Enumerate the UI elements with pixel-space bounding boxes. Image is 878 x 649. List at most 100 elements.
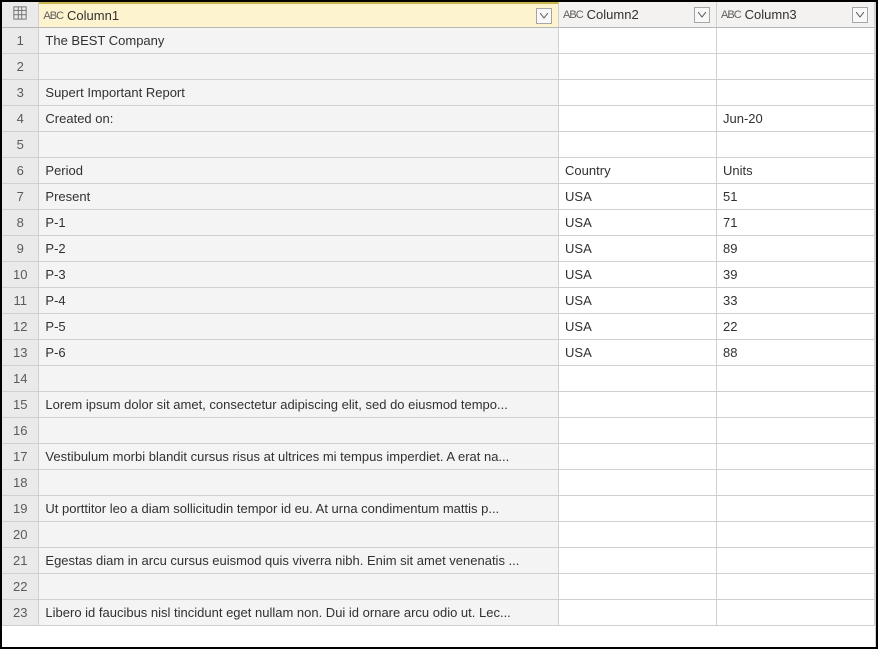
cell-column3[interactable]: [717, 132, 875, 158]
cell-column2[interactable]: USA: [559, 184, 717, 210]
cell-column2[interactable]: [559, 548, 717, 574]
row-number[interactable]: 11: [2, 288, 39, 314]
cell-column3[interactable]: [717, 28, 875, 54]
cell-column3[interactable]: [717, 522, 875, 548]
table-row[interactable]: 19Ut porttitor leo a diam sollicitudin t…: [2, 496, 875, 522]
cell-column1[interactable]: Libero id faucibus nisl tincidunt eget n…: [39, 600, 559, 626]
table-row[interactable]: 6PeriodCountryUnits: [2, 158, 875, 184]
cell-column3[interactable]: [717, 392, 875, 418]
row-number[interactable]: 1: [2, 28, 39, 54]
cell-column3[interactable]: Jun-20: [717, 106, 875, 132]
cell-column3[interactable]: 22: [717, 314, 875, 340]
cell-column2[interactable]: Country: [559, 158, 717, 184]
row-number[interactable]: 20: [2, 522, 39, 548]
table-row[interactable]: 7PresentUSA51: [2, 184, 875, 210]
table-row[interactable]: 4Created on:Jun-20: [2, 106, 875, 132]
cell-column1[interactable]: P-2: [39, 236, 559, 262]
table-row[interactable]: 9P-2USA89: [2, 236, 875, 262]
row-number[interactable]: 5: [2, 132, 39, 158]
cell-column1[interactable]: P-1: [39, 210, 559, 236]
table-row[interactable]: 3Supert Important Report: [2, 80, 875, 106]
cell-column1[interactable]: [39, 522, 559, 548]
table-row[interactable]: 13P-6USA88: [2, 340, 875, 366]
cell-column2[interactable]: USA: [559, 314, 717, 340]
cell-column1[interactable]: Ut porttitor leo a diam sollicitudin tem…: [39, 496, 559, 522]
row-number[interactable]: 7: [2, 184, 39, 210]
cell-column3[interactable]: [717, 80, 875, 106]
column-header-2[interactable]: ABC Column2: [559, 2, 717, 28]
cell-column1[interactable]: [39, 574, 559, 600]
table-row[interactable]: 23Libero id faucibus nisl tincidunt eget…: [2, 600, 875, 626]
cell-column3[interactable]: [717, 600, 875, 626]
cell-column1[interactable]: [39, 418, 559, 444]
cell-column3[interactable]: [717, 444, 875, 470]
cell-column2[interactable]: USA: [559, 340, 717, 366]
table-row[interactable]: 14: [2, 366, 875, 392]
column-header-1[interactable]: ABC Column1: [39, 2, 559, 28]
row-number[interactable]: 16: [2, 418, 39, 444]
cell-column2[interactable]: [559, 392, 717, 418]
cell-column1[interactable]: [39, 470, 559, 496]
cell-column2[interactable]: [559, 28, 717, 54]
row-number[interactable]: 9: [2, 236, 39, 262]
table-row[interactable]: 10P-3USA39: [2, 262, 875, 288]
cell-column2[interactable]: [559, 444, 717, 470]
cell-column3[interactable]: 89: [717, 236, 875, 262]
column-header-3[interactable]: ABC Column3: [717, 2, 875, 28]
cell-column2[interactable]: [559, 496, 717, 522]
cell-column2[interactable]: [559, 80, 717, 106]
cell-column1[interactable]: Created on:: [39, 106, 559, 132]
row-number[interactable]: 19: [2, 496, 39, 522]
cell-column2[interactable]: [559, 366, 717, 392]
row-number[interactable]: 10: [2, 262, 39, 288]
cell-column2[interactable]: USA: [559, 288, 717, 314]
cell-column3[interactable]: [717, 54, 875, 80]
cell-column3[interactable]: 39: [717, 262, 875, 288]
cell-column3[interactable]: [717, 496, 875, 522]
cell-column1[interactable]: Lorem ipsum dolor sit amet, consectetur …: [39, 392, 559, 418]
table-row[interactable]: 5: [2, 132, 875, 158]
table-row[interactable]: 15Lorem ipsum dolor sit amet, consectetu…: [2, 392, 875, 418]
table-row[interactable]: 1The BEST Company: [2, 28, 875, 54]
cell-column3[interactable]: 33: [717, 288, 875, 314]
filter-button[interactable]: [852, 7, 868, 23]
cell-column2[interactable]: [559, 600, 717, 626]
vertical-scrollbar[interactable]: [875, 2, 876, 647]
filter-button[interactable]: [694, 7, 710, 23]
row-number[interactable]: 2: [2, 54, 39, 80]
cell-column3[interactable]: [717, 366, 875, 392]
cell-column3[interactable]: Units: [717, 158, 875, 184]
cell-column2[interactable]: USA: [559, 236, 717, 262]
row-number[interactable]: 13: [2, 340, 39, 366]
table-row[interactable]: 16: [2, 418, 875, 444]
cell-column1[interactable]: Egestas diam in arcu cursus euismod quis…: [39, 548, 559, 574]
cell-column1[interactable]: Supert Important Report: [39, 80, 559, 106]
cell-column3[interactable]: [717, 574, 875, 600]
row-number[interactable]: 14: [2, 366, 39, 392]
table-row[interactable]: 22: [2, 574, 875, 600]
cell-column1[interactable]: P-4: [39, 288, 559, 314]
row-number[interactable]: 8: [2, 210, 39, 236]
cell-column3[interactable]: [717, 418, 875, 444]
cell-column2[interactable]: [559, 54, 717, 80]
cell-column1[interactable]: P-6: [39, 340, 559, 366]
row-number[interactable]: 22: [2, 574, 39, 600]
cell-column2[interactable]: [559, 418, 717, 444]
cell-column1[interactable]: [39, 54, 559, 80]
cell-column1[interactable]: Period: [39, 158, 559, 184]
cell-column3[interactable]: 51: [717, 184, 875, 210]
cell-column3[interactable]: 71: [717, 210, 875, 236]
row-number[interactable]: 3: [2, 80, 39, 106]
row-number[interactable]: 12: [2, 314, 39, 340]
row-number[interactable]: 21: [2, 548, 39, 574]
cell-column3[interactable]: [717, 470, 875, 496]
cell-column2[interactable]: [559, 132, 717, 158]
select-all-corner[interactable]: [2, 2, 39, 28]
row-number[interactable]: 23: [2, 600, 39, 626]
row-number[interactable]: 18: [2, 470, 39, 496]
cell-column1[interactable]: [39, 366, 559, 392]
row-number[interactable]: 6: [2, 158, 39, 184]
table-row[interactable]: 20: [2, 522, 875, 548]
table-row[interactable]: 2: [2, 54, 875, 80]
cell-column2[interactable]: [559, 522, 717, 548]
